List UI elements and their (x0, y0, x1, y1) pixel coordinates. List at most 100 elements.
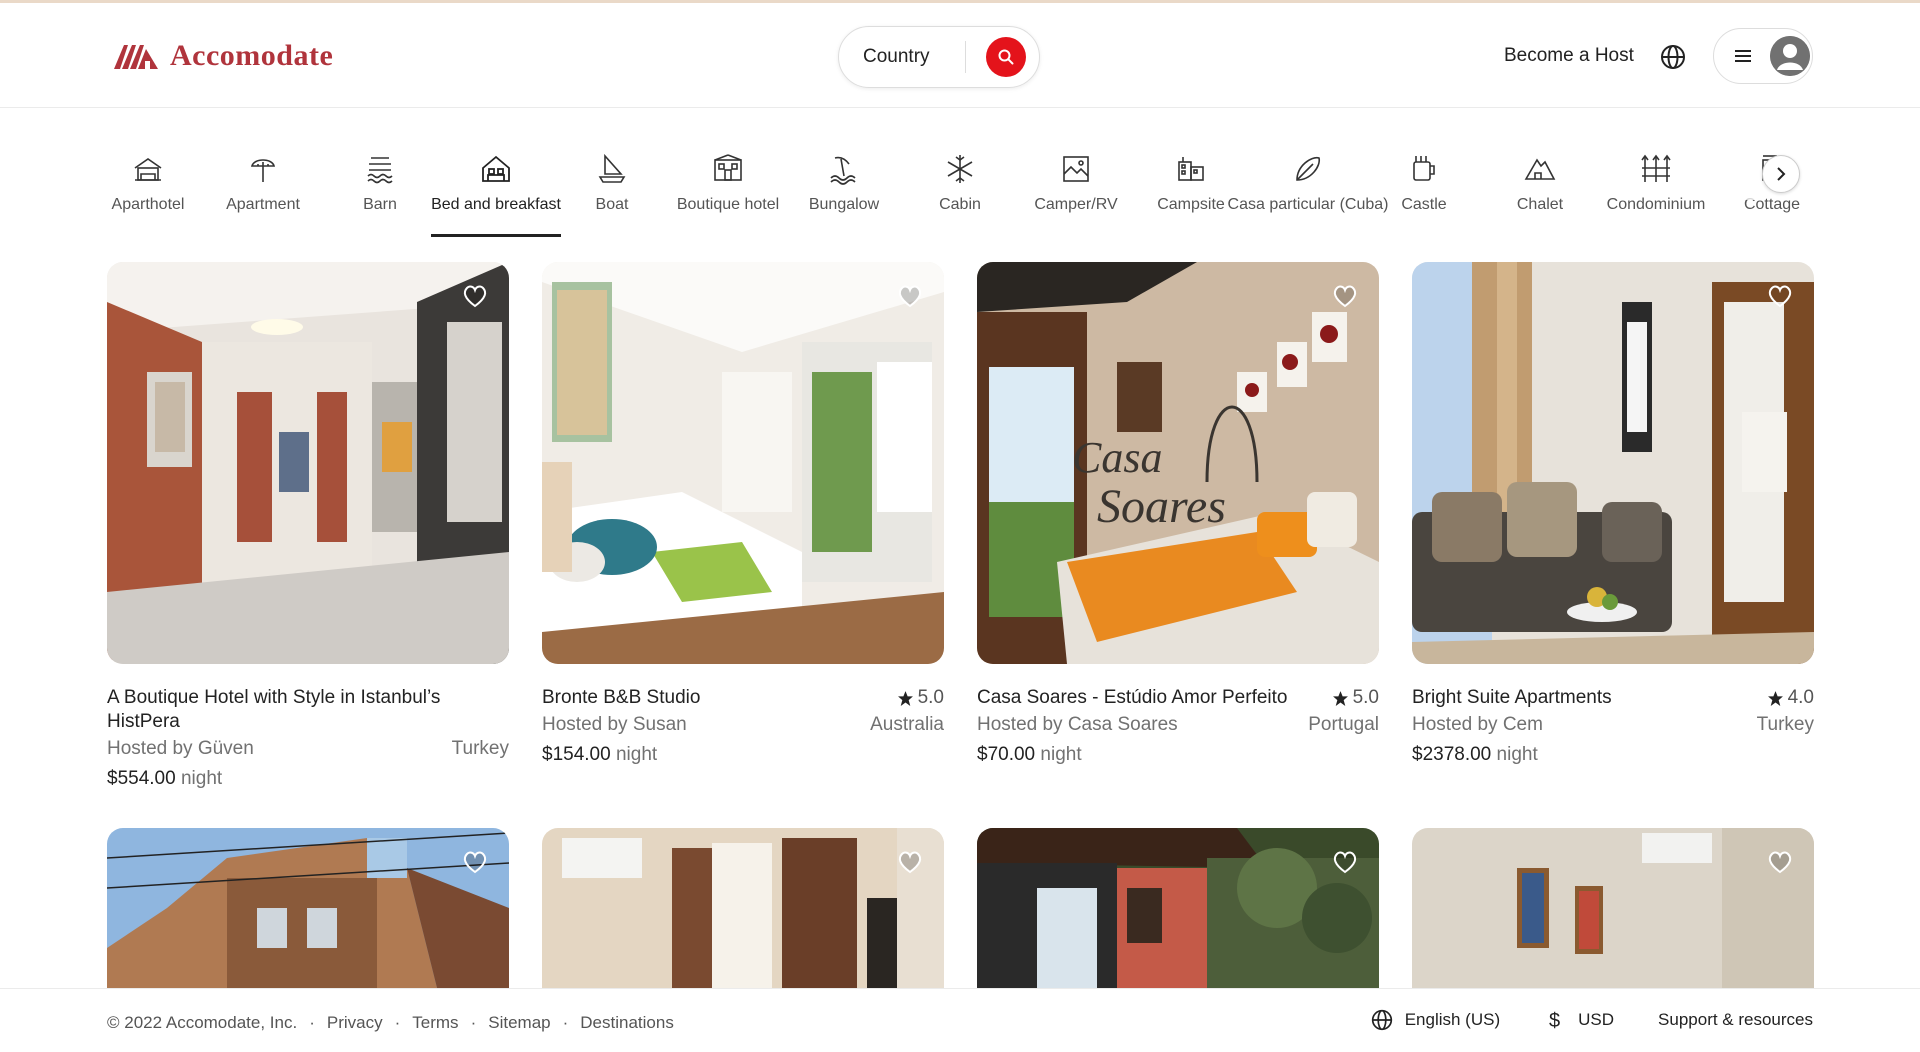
listing-image (1412, 828, 1814, 988)
listing-card[interactable]: Bronte B&B Studio 5.0 Hosted by Susan Au… (542, 262, 944, 766)
listing-photo[interactable]: Casa Soares (977, 262, 1379, 664)
footer: © 2022 Accomodate, Inc. · Privacy · Term… (0, 988, 1920, 1052)
category-aparthotel[interactable]: Aparthotel (90, 152, 206, 248)
category-cabin[interactable]: Cabin (902, 152, 1018, 248)
logo-icon (114, 45, 158, 69)
snowflake-icon (947, 155, 973, 183)
listing-title[interactable]: Casa Soares - Estúdio Amor Perfeito (977, 686, 1287, 710)
listing-photo[interactable] (542, 828, 944, 988)
search-country-label[interactable]: Country (863, 46, 953, 68)
listing-card[interactable] (1412, 828, 1814, 988)
search-bar[interactable]: Country (838, 26, 1040, 88)
boat-icon (598, 153, 626, 183)
footer-link-privacy[interactable]: Privacy (327, 1013, 383, 1033)
logo[interactable]: Accomodate (112, 39, 333, 73)
listing-card[interactable]: Bright Suite Apartments 4.0 Hosted by Ce… (1412, 262, 1814, 766)
category-bar: Aparthotel Apartment Barn Bed and breakf… (0, 108, 1920, 248)
svg-text:Casa: Casa (1072, 433, 1162, 482)
support-resources-link[interactable]: Support & resources (1658, 1010, 1813, 1030)
category-fade (1700, 150, 1760, 200)
listing-card[interactable] (542, 828, 944, 988)
heart-icon[interactable] (1331, 282, 1359, 310)
category-apartment[interactable]: Apartment (205, 152, 321, 248)
barn-icon (367, 157, 393, 184)
category-camper-rv[interactable]: Camper/RV (1018, 152, 1134, 248)
price-unit: night (180, 768, 223, 789)
language-selector[interactable]: English (US) (1405, 1010, 1500, 1030)
heart-icon[interactable] (896, 848, 924, 876)
category-castle[interactable]: Castle (1366, 152, 1482, 248)
listing-photo[interactable] (1412, 262, 1814, 664)
globe-icon[interactable] (1660, 44, 1686, 70)
star-icon (1332, 690, 1348, 706)
dollar-icon: $ (1549, 1010, 1560, 1031)
search-button[interactable] (986, 37, 1026, 77)
listing-image (107, 262, 509, 664)
category-condominium[interactable]: Condominium (1598, 152, 1714, 248)
listing-title[interactable]: Bright Suite Apartments (1412, 686, 1612, 710)
heart-icon[interactable] (1766, 848, 1794, 876)
listing-country: Turkey (451, 738, 509, 759)
heart-icon[interactable] (1331, 848, 1359, 876)
listing-image (107, 828, 509, 988)
listing-price: $154.00 (542, 744, 611, 765)
listing-price: $70.00 (977, 744, 1036, 765)
category-bungalow[interactable]: Bungalow (786, 152, 902, 248)
star-icon (897, 690, 913, 706)
logo-text: Accomodate (170, 39, 334, 72)
currency-selector[interactable]: USD (1578, 1010, 1614, 1030)
category-barn[interactable]: Barn (322, 152, 438, 248)
listing-photo[interactable] (542, 262, 944, 664)
search-divider (965, 41, 966, 73)
listing-title[interactable]: A Boutique Hotel with Style in Istanbul’… (107, 686, 467, 734)
listing-photo[interactable] (1412, 828, 1814, 988)
become-host-link[interactable]: Become a Host (1504, 45, 1634, 67)
listing-country: Portugal (1308, 714, 1379, 735)
user-menu-button[interactable] (1713, 28, 1813, 84)
category-boat[interactable]: Boat (554, 152, 670, 248)
camper-icon (1063, 156, 1089, 182)
listing-image (542, 828, 944, 988)
hamburger-icon (1735, 50, 1751, 62)
listing-country: Turkey (1756, 714, 1814, 735)
aparthotel-icon (134, 158, 162, 181)
listing-photo[interactable] (107, 828, 509, 988)
category-boutique-hotel[interactable]: Boutique hotel (670, 152, 786, 248)
listing-rating: 5.0 (1332, 686, 1379, 710)
listing-card[interactable] (107, 828, 509, 988)
avatar (1770, 36, 1810, 76)
rating-value: 5.0 (917, 687, 944, 708)
heart-icon[interactable] (896, 282, 924, 310)
category-next-button[interactable] (1762, 155, 1800, 193)
price-unit: night (615, 744, 658, 765)
category-chalet[interactable]: Chalet (1482, 152, 1598, 248)
listing-photo[interactable] (107, 262, 509, 664)
separator-dot: · (470, 1013, 477, 1032)
bed-and-breakfast-icon (482, 155, 510, 182)
footer-link-terms[interactable]: Terms (412, 1013, 458, 1033)
listing-country: Australia (870, 714, 944, 735)
category-casa-particular[interactable]: Casa particular (Cuba) (1228, 152, 1388, 248)
casa-particular-icon (1296, 156, 1321, 181)
listing-card[interactable]: A Boutique Hotel with Style in Istanbul’… (107, 262, 509, 790)
footer-link-sitemap[interactable]: Sitemap (488, 1013, 550, 1033)
copyright: © 2022 Accomodate, Inc. (107, 1013, 298, 1032)
heart-icon[interactable] (461, 848, 489, 876)
active-category-underline (431, 234, 561, 237)
chalet-icon (1524, 158, 1556, 180)
listing-image (977, 828, 1379, 988)
footer-link-destinations[interactable]: Destinations (580, 1013, 674, 1033)
listing-title[interactable]: Bronte B&B Studio (542, 686, 700, 710)
bungalow-icon (830, 156, 856, 185)
rating-value: 4.0 (1787, 687, 1814, 708)
separator-dot: · (562, 1013, 569, 1032)
listing-card[interactable]: Casa Soares Casa Soares - Estúdio Amor P… (977, 262, 1379, 766)
svg-text:Soares: Soares (1097, 480, 1226, 533)
price-unit: night (1496, 744, 1538, 765)
listing-card[interactable] (977, 828, 1379, 988)
heart-icon[interactable] (461, 282, 489, 310)
listing-host: Hosted by Cem (1412, 714, 1543, 735)
listing-image: Casa Soares (977, 262, 1379, 664)
listing-photo[interactable] (977, 828, 1379, 988)
heart-icon[interactable] (1766, 282, 1794, 310)
